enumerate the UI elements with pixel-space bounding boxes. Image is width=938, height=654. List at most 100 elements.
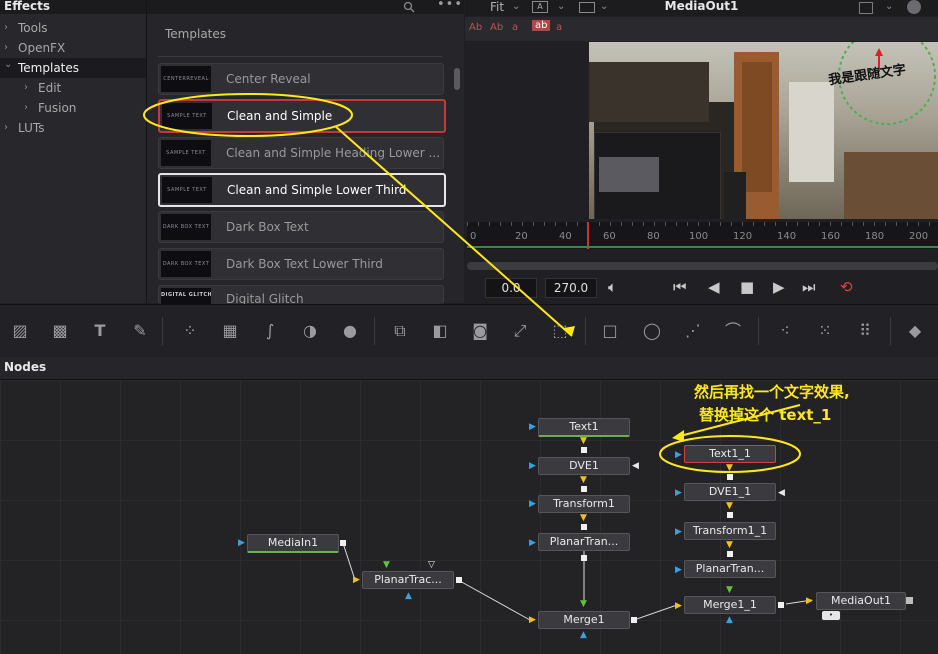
layout-icon[interactable]	[859, 2, 873, 14]
node-mask-pin[interactable]: ◀	[632, 462, 639, 471]
node-transform1-1[interactable]: Transform1_1	[684, 522, 776, 540]
playhead[interactable]	[587, 222, 589, 249]
transform-tool-icon[interactable]: ⬚	[550, 321, 570, 341]
brush-tool-icon[interactable]: ✎	[130, 321, 150, 341]
node-input-pin[interactable]: ▶	[529, 462, 536, 471]
node-background-pin[interactable]: ▶	[675, 602, 682, 611]
stop-icon[interactable]: ■	[740, 278, 754, 296]
node-merge1[interactable]: Merge1	[538, 611, 630, 629]
curves-tool-icon[interactable]: ∫	[260, 321, 280, 341]
play-reverse-icon[interactable]: ◀︎	[708, 278, 720, 296]
viewer-toggle-icon[interactable]: •	[822, 611, 840, 620]
polygon-mask-icon[interactable]: ⋰	[683, 321, 703, 341]
skip-to-end-icon[interactable]: ⏭︎	[802, 278, 816, 296]
node-foreground-pin[interactable]: ▼	[383, 561, 390, 570]
template-clean-simple-heading-lower[interactable]: SAMPLE TEXT Clean and Simple Heading Low…	[158, 137, 444, 169]
node-foreground-pin[interactable]: ▼	[726, 586, 733, 595]
text-tool-icon[interactable]: T	[90, 321, 110, 341]
resize-tool-icon[interactable]: ⤢	[510, 321, 530, 341]
node-output-pin[interactable]: ▼	[726, 541, 733, 550]
node-mediain1[interactable]: MediaIn1	[247, 534, 339, 553]
node-foreground-pin[interactable]: ▼	[580, 600, 587, 609]
tree-item-luts[interactable]: › LUTs	[0, 118, 146, 138]
rectangle-mask-icon[interactable]: □	[600, 321, 620, 341]
node-input-pin[interactable]: ▶	[353, 576, 360, 585]
mask-tool-icon[interactable]: ◙	[470, 321, 490, 341]
more-options-icon[interactable]: •••	[437, 0, 463, 12]
grid-tool-icon[interactable]: ▦	[220, 321, 240, 341]
text-style-icon[interactable]: Ab	[469, 22, 482, 33]
volume-icon[interactable]: 🔈︎	[608, 278, 617, 296]
node-mask-pin[interactable]: ▲	[580, 631, 587, 640]
time-end-field[interactable]: 270.0	[545, 278, 597, 298]
node-mask-pin[interactable]: ▲	[726, 616, 733, 625]
node-input-pin[interactable]: ▶	[529, 500, 536, 509]
particle-emitter-icon[interactable]: ⁖	[775, 321, 795, 341]
node-background-pin[interactable]: ▶	[529, 616, 536, 625]
brightness-tool-icon[interactable]: ◑	[300, 321, 320, 341]
tree-item-edit[interactable]: › Edit	[0, 78, 146, 98]
template-center-reveal[interactable]: CENTERREVEAL Center Reveal	[158, 63, 444, 95]
template-dark-box-text[interactable]: DARK BOX TEXT Dark Box Text	[158, 211, 444, 243]
node-output-pin[interactable]: ▼	[726, 502, 733, 511]
chevron-down-icon[interactable]: ⌄	[885, 1, 893, 12]
tree-item-fusion[interactable]: › Fusion	[0, 98, 146, 118]
node-input-pin[interactable]: ▶	[529, 539, 536, 548]
templates-scrollbar[interactable]	[454, 68, 460, 90]
node-mediaout1[interactable]: MediaOut1	[816, 592, 906, 610]
node-input-pin[interactable]: ▶	[806, 597, 813, 606]
node-text1-1[interactable]: Text1_1	[684, 445, 776, 463]
blur-tool-icon[interactable]: ●	[340, 321, 360, 341]
3d-shape-icon[interactable]: ◆	[905, 321, 925, 341]
time-start-field[interactable]: 0.0	[485, 278, 537, 298]
timeline-scrubber[interactable]	[467, 262, 938, 270]
paint-tool-icon[interactable]: ▩	[50, 321, 70, 341]
particle-style-icon[interactable]: ⠿	[855, 321, 875, 341]
background-tool-icon[interactable]: ▨	[10, 321, 30, 341]
node-output-pin[interactable]: ▼	[580, 476, 587, 485]
node-dve1[interactable]: DVE1	[538, 457, 630, 475]
node-planartracker1[interactable]: PlanarTrac...	[362, 571, 454, 589]
time-ruler[interactable]: 0 20 40 60 80 100 120 140 160 180 200	[467, 222, 938, 249]
node-output-pin[interactable]: ▼	[726, 464, 733, 473]
merge-tool-icon[interactable]: ⧉	[390, 321, 410, 341]
template-clean-simple-lower-third[interactable]: SAMPLE TEXT Clean and Simple Lower Third	[158, 173, 446, 207]
node-output-pin[interactable]: ▼	[580, 437, 587, 446]
text-style-icon[interactable]: a	[512, 22, 518, 33]
tree-item-openfx[interactable]: › OpenFX	[0, 38, 146, 58]
node-input-pin[interactable]: ▶	[238, 539, 245, 548]
tree-item-templates[interactable]: ⌄ Templates	[0, 58, 146, 78]
node-merge1-1[interactable]: Merge1_1	[684, 596, 776, 614]
skip-to-start-icon[interactable]: ⏮︎	[673, 278, 687, 296]
node-output-pin[interactable]: ▼	[580, 514, 587, 523]
particles-tool-icon[interactable]: ⁘	[180, 321, 200, 341]
node-input-pin[interactable]: ▶	[675, 528, 682, 537]
template-digital-glitch[interactable]: DIGITAL GLITCH Digital Glitch	[158, 285, 444, 304]
loop-icon[interactable]: ⟲	[840, 278, 853, 296]
node-dve1-1[interactable]: DVE1_1	[684, 483, 776, 501]
text-style-icon[interactable]: a	[556, 22, 562, 33]
template-dark-box-lower-third[interactable]: DARK BOX TEXT Dark Box Text Lower Third	[158, 248, 444, 280]
node-effect-pin[interactable]: ▽	[428, 561, 435, 570]
search-icon[interactable]	[403, 1, 415, 13]
color-wheel-icon[interactable]	[907, 0, 921, 14]
node-input-pin[interactable]: ▶	[675, 566, 682, 575]
node-planartransform1-1[interactable]: PlanarTran...	[684, 560, 776, 578]
node-input-pin[interactable]: ▶	[675, 489, 682, 498]
ellipse-mask-icon[interactable]: ◯	[642, 321, 662, 341]
text-style-icon[interactable]: Ab	[490, 22, 503, 33]
node-text1[interactable]: Text1	[538, 418, 630, 437]
node-mask-pin[interactable]: ▲	[405, 592, 412, 601]
node-planartransform1[interactable]: PlanarTran...	[538, 533, 630, 551]
particle-render-icon[interactable]: ⁙	[815, 321, 835, 341]
tree-item-tools[interactable]: › Tools	[0, 18, 146, 38]
play-icon[interactable]: ▶︎	[773, 278, 785, 296]
bspline-mask-icon[interactable]: ⌒	[723, 321, 743, 341]
node-input-pin[interactable]: ▶	[529, 423, 536, 432]
text-style-icon[interactable]: ab	[532, 20, 551, 31]
template-clean-and-simple[interactable]: SAMPLE TEXT Clean and Simple	[158, 99, 446, 133]
node-transform1[interactable]: Transform1	[538, 495, 630, 513]
node-input-pin[interactable]: ▶	[675, 451, 682, 460]
layer-tool-icon[interactable]: ◧	[430, 321, 450, 341]
node-mask-pin[interactable]: ◀	[778, 489, 785, 498]
